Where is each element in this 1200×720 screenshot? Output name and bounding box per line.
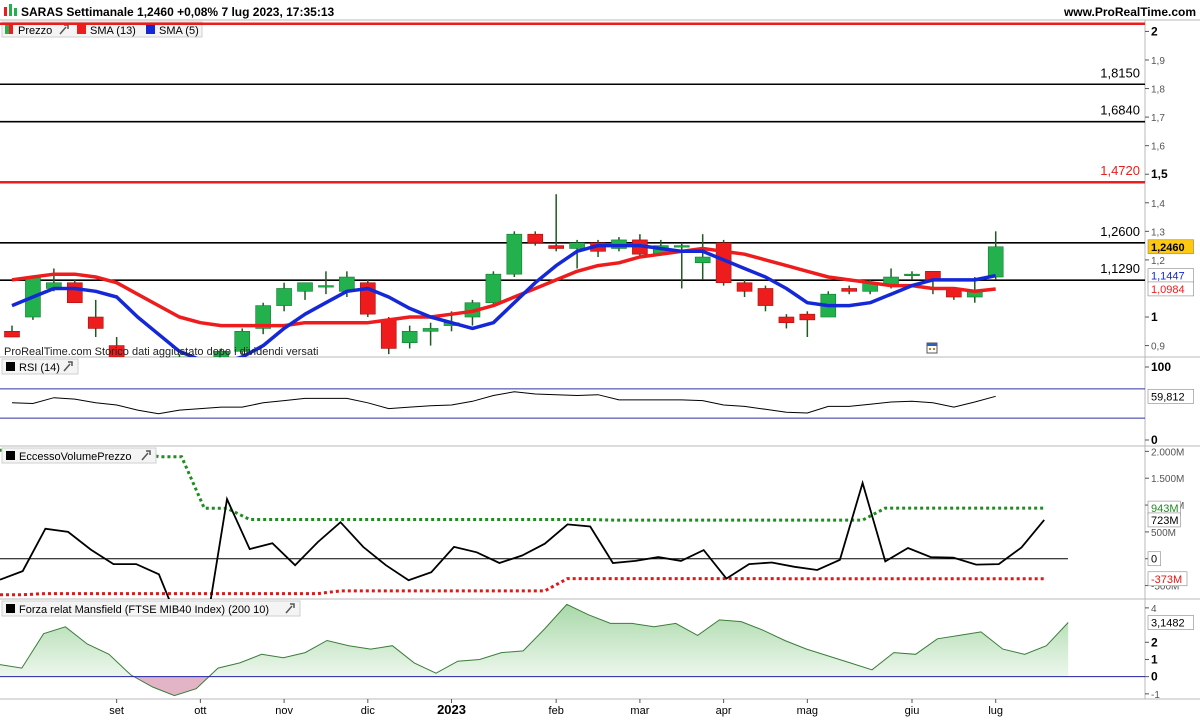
- legend-sma5-label: SMA (5): [159, 25, 199, 37]
- candle-body-38: [799, 313, 816, 321]
- price-y-tick-label-7: 1,3: [1151, 227, 1165, 238]
- legend-price-label: Prezzo: [18, 25, 52, 37]
- x-tick-label-1: ott: [194, 705, 206, 717]
- level-label-2: 1,6840: [1100, 103, 1140, 118]
- candle-body-36: [757, 288, 774, 306]
- mansfield-y-tick-label-3: 0: [1151, 670, 1158, 684]
- price-y-tick-label-0: 2: [1151, 24, 1158, 38]
- price-y-tick-label-9: 1: [1151, 310, 1158, 324]
- price-y-tick-label-5: 1,5: [1151, 167, 1168, 181]
- legend-sma5-swatch: [146, 25, 155, 34]
- price-y-tick-label-6: 1,4: [1151, 199, 1165, 210]
- vpx-y-tick-label-1: 1.500M: [1151, 474, 1184, 485]
- level-label-5: 1,1290: [1100, 261, 1140, 276]
- mansfield-last-value: 3,1482: [1151, 617, 1185, 629]
- vpx-legend: EccessoVolumePrezzo: [1, 447, 157, 464]
- level-label-3: 1,4720: [1100, 163, 1140, 178]
- candle-body-37: [778, 316, 795, 324]
- x-tick-label-3: dic: [361, 705, 376, 717]
- price-y-tick-label-1: 1,9: [1151, 56, 1165, 67]
- candle-18: [380, 317, 397, 355]
- candle-body-33: [694, 256, 711, 264]
- candle-body-15: [318, 285, 334, 288]
- candle-body-25: [527, 233, 544, 244]
- x-tick-label-4: 2023: [437, 702, 466, 717]
- mansfield-legend: Forza relat Mansfield (FTSE MIB40 Index)…: [1, 600, 301, 617]
- x-tick-label-8: mag: [797, 705, 818, 717]
- rsi-y-tick-label-0: 100: [1151, 360, 1171, 374]
- candle-body-26: [548, 245, 564, 249]
- legend-price-swatch: [5, 25, 9, 34]
- candle-body-18: [380, 319, 397, 349]
- rsi-last-value: 59,812: [1151, 391, 1185, 403]
- candle-3: [66, 279, 83, 304]
- candle-body-3: [66, 282, 83, 304]
- x-tick-label-7: apr: [716, 705, 732, 717]
- rsi-legend: RSI (14): [1, 358, 79, 375]
- candle-17: [360, 279, 376, 318]
- legend-rsi-swatch: [6, 362, 15, 371]
- candle-body-20: [422, 328, 439, 332]
- price-last-value-0: 1,2460: [1151, 242, 1185, 254]
- vpx-y-tick-label-0: 2.000M: [1151, 447, 1184, 458]
- legend-mansfield-label: Forza relat Mansfield (FTSE MIB40 Index)…: [19, 604, 269, 616]
- price-y-tick-label-2: 1,8: [1151, 85, 1165, 96]
- candle-body-27: [569, 242, 585, 249]
- legend-sma13-swatch: [77, 25, 86, 34]
- price-y-tick-label-8: 1,2: [1151, 256, 1165, 267]
- candle-body-14: [297, 282, 313, 292]
- candle-24: [506, 231, 523, 278]
- vpx-last-value-2: 0: [1151, 554, 1157, 566]
- legend-sma13-label: SMA (13): [90, 25, 136, 37]
- price-y-tick-label-10: 0,9: [1151, 342, 1165, 353]
- x-tick-label-5: feb: [549, 705, 564, 717]
- candle-body-23: [485, 273, 502, 304]
- x-tick-label-0: set: [109, 705, 124, 717]
- x-tick-label-2: nov: [275, 705, 293, 717]
- chart-title: SARAS Settimanale 1,2460 +0,08% 7 lug 20…: [21, 5, 334, 19]
- candle-body-0: [4, 330, 20, 338]
- candle-body-24: [506, 233, 523, 275]
- candle-23: [485, 271, 502, 306]
- x-tick-label-6: mar: [630, 705, 649, 717]
- candle-body-35: [736, 282, 753, 292]
- vpx-y-tick-label-3: 500M: [1151, 528, 1176, 539]
- calendar-icon[interactable]: [926, 342, 938, 354]
- price-last-value-2: 1,0984: [1151, 284, 1185, 296]
- price-last-value-1: 1,1447: [1151, 271, 1185, 283]
- candle-body-4: [87, 316, 104, 329]
- x-tick-label-10: lug: [988, 705, 1003, 717]
- price-y-tick-label-4: 1,6: [1151, 142, 1165, 153]
- chart-window: SARAS Settimanale 1,2460 +0,08% 7 lug 20…: [0, 0, 1200, 720]
- candle-body-47: [987, 246, 1004, 278]
- chart-canvas: SARAS Settimanale 1,2460 +0,08% 7 lug 20…: [0, 0, 1200, 720]
- legend-price-swatch-2: [9, 25, 13, 34]
- x-tick-label-9: giu: [905, 705, 920, 717]
- candle-body-32: [673, 245, 690, 248]
- candle-body-13: [276, 288, 292, 306]
- level-label-1: 1,8150: [1100, 65, 1140, 80]
- candle-body-19: [401, 330, 418, 344]
- mansfield-y-tick-label-1: 2: [1151, 635, 1158, 649]
- rsi-y-tick-label-1: 0: [1151, 433, 1158, 447]
- legend-vpx-label: EccessoVolumePrezzo: [19, 451, 132, 463]
- legend-vpx-swatch: [6, 451, 15, 460]
- site-url[interactable]: www.ProRealTime.com: [1063, 5, 1196, 19]
- level-label-4: 1,2600: [1100, 224, 1140, 239]
- legend-rsi-label: RSI (14): [19, 362, 60, 374]
- mansfield-y-tick-label-2: 1: [1151, 652, 1158, 666]
- price-y-tick-label-3: 1,7: [1151, 113, 1165, 124]
- mansfield-y-tick-label-4: -1: [1151, 690, 1160, 701]
- candle-body-43: [904, 273, 920, 276]
- mansfield-y-tick-label-0: 4: [1151, 604, 1157, 615]
- candle-body-40: [841, 288, 858, 292]
- data-note: ProRealTime.com Storico dati aggiustato …: [4, 346, 318, 358]
- vpx-last-value-1: 723M: [1151, 515, 1179, 527]
- legend-mansfield-swatch: [6, 604, 15, 613]
- vpx-last-value-3: -373M: [1151, 574, 1182, 586]
